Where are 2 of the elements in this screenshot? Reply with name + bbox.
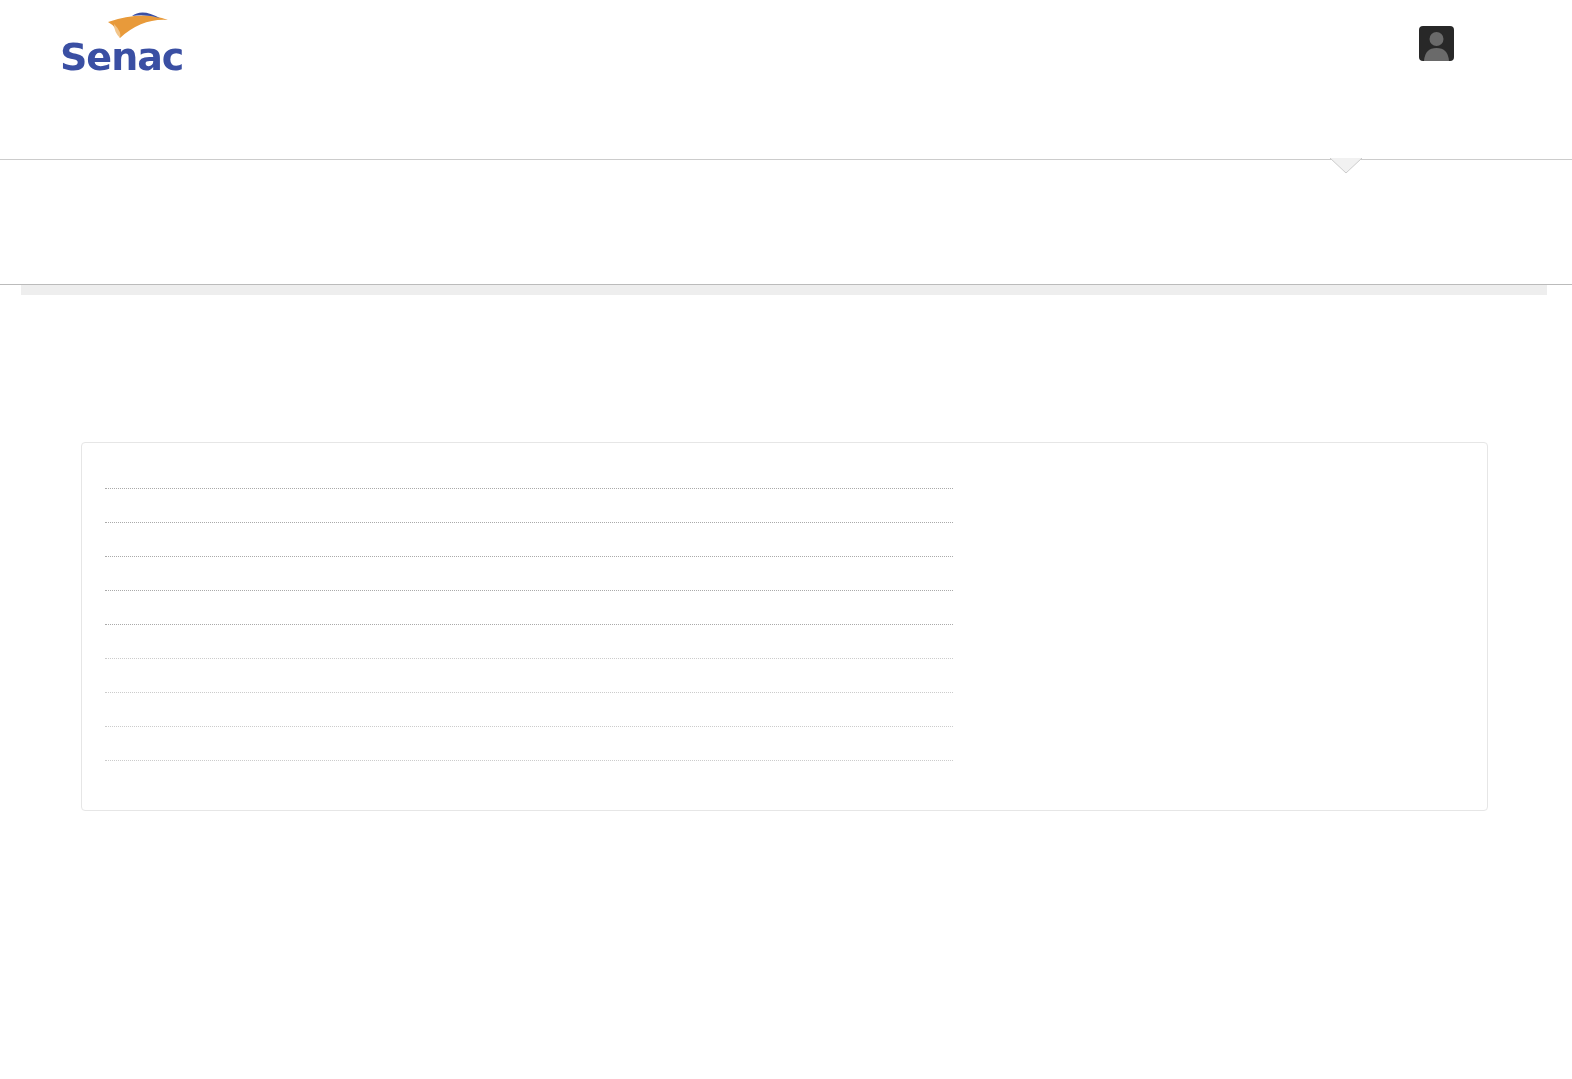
logo-text: Senac [60, 38, 184, 76]
avatar-icon[interactable] [1419, 26, 1454, 61]
